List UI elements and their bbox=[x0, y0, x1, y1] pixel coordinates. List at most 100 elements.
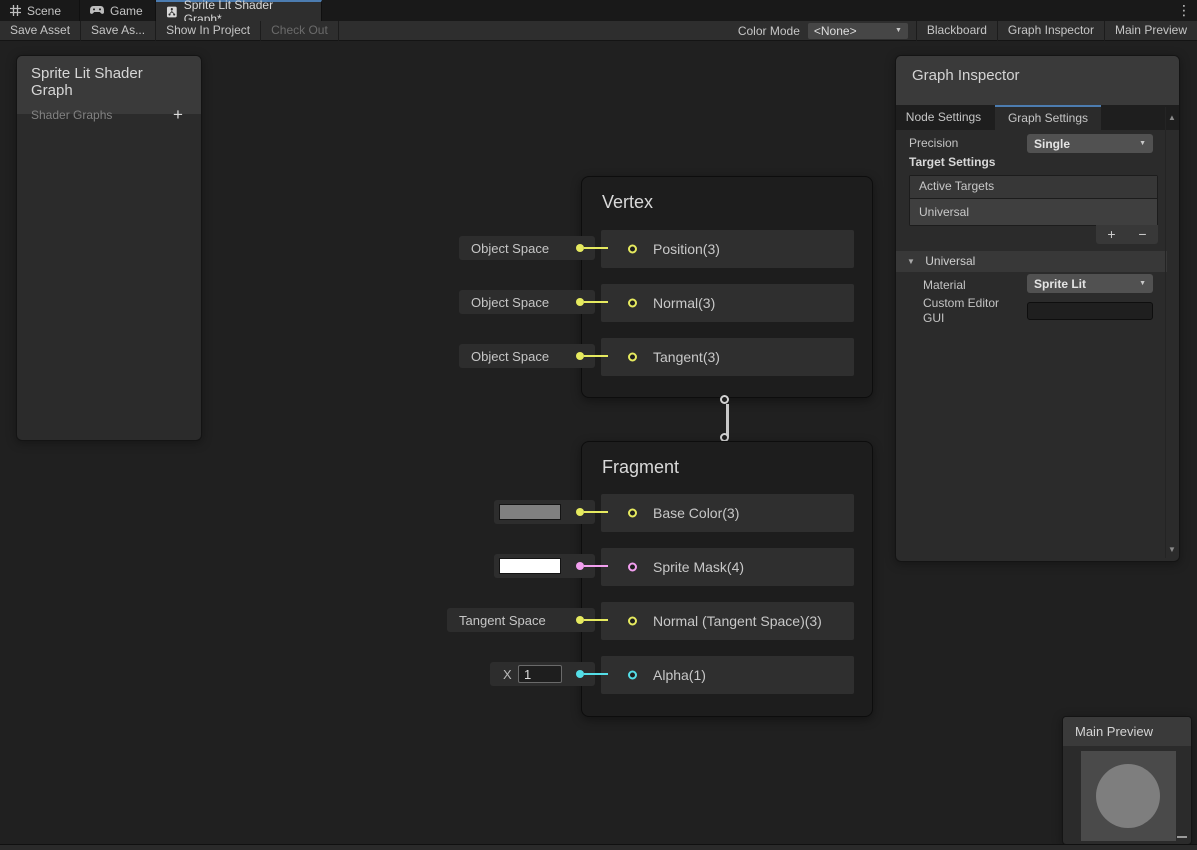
tab-bar: Scene Game Sprite Lit Shader Graph* ⋮ bbox=[0, 0, 1197, 21]
foldout-arrow-icon: ▼ bbox=[907, 252, 915, 272]
main-preview-panel[interactable]: Main Preview bbox=[1062, 716, 1192, 845]
normal-wire bbox=[584, 301, 608, 303]
normal-ts-space-pill[interactable]: Tangent Space bbox=[447, 608, 595, 632]
bottom-status-strip bbox=[0, 844, 1197, 850]
scroll-down-icon[interactable]: ▼ bbox=[1166, 545, 1178, 554]
row-label: Normal (Tangent Space)(3) bbox=[653, 613, 822, 629]
inspector-scrollbar[interactable]: ▲ ▼ bbox=[1165, 107, 1177, 558]
blackboard-title: Sprite Lit Shader Graph bbox=[31, 65, 187, 99]
normal-space-pill[interactable]: Object Space bbox=[459, 290, 595, 314]
precision-value: Single bbox=[1034, 137, 1070, 151]
normal-port[interactable] bbox=[628, 299, 637, 308]
show-in-project-button[interactable]: Show In Project bbox=[156, 21, 261, 41]
target-settings-label: Target Settings bbox=[909, 155, 995, 169]
row-label: Normal(3) bbox=[653, 295, 715, 311]
grid-icon bbox=[10, 5, 21, 16]
check-out-button: Check Out bbox=[261, 21, 339, 41]
base-color-port[interactable] bbox=[628, 509, 637, 518]
base-color-wire bbox=[584, 511, 608, 513]
vertex-row-normal: Normal(3) bbox=[601, 284, 854, 322]
more-menu-icon[interactable]: ⋮ bbox=[1177, 1, 1191, 20]
active-targets-header: Active Targets bbox=[910, 176, 1157, 198]
pill-label: Object Space bbox=[459, 241, 549, 256]
shader-graph-window: Scene Game Sprite Lit Shader Graph* ⋮ Sa… bbox=[0, 0, 1197, 850]
alpha-wire bbox=[584, 673, 608, 675]
fragment-node[interactable]: Fragment Base Color(3) Sprite Mask(4) No… bbox=[581, 441, 873, 717]
vertex-node[interactable]: Vertex Position(3) Normal(3) Tangent(3) bbox=[581, 176, 873, 398]
add-property-button[interactable]: + bbox=[169, 105, 187, 125]
fragment-row-normal-ts: Normal (Tangent Space)(3) bbox=[601, 602, 854, 640]
main-preview-toggle-button[interactable]: Main Preview bbox=[1104, 21, 1197, 41]
resize-grip[interactable] bbox=[1177, 836, 1187, 838]
position-port[interactable] bbox=[628, 245, 637, 254]
connector-dot bbox=[576, 508, 584, 516]
vertex-fragment-edge bbox=[726, 404, 729, 437]
pill-label: Object Space bbox=[459, 349, 549, 364]
shader-graph-icon bbox=[166, 6, 178, 18]
alpha-input-pill: X bbox=[490, 662, 595, 686]
tangent-space-pill[interactable]: Object Space bbox=[459, 344, 595, 368]
position-space-pill[interactable]: Object Space bbox=[459, 236, 595, 260]
save-as-button[interactable]: Save As... bbox=[81, 21, 156, 41]
custom-editor-gui-field[interactable] bbox=[1027, 302, 1153, 320]
sprite-mask-port[interactable] bbox=[628, 563, 637, 572]
graph-inspector-toggle-button[interactable]: Graph Inspector bbox=[997, 21, 1104, 41]
connector-dot bbox=[576, 352, 584, 360]
alpha-port[interactable] bbox=[628, 671, 637, 680]
base-color-swatch[interactable] bbox=[499, 504, 561, 520]
tab-label: Scene bbox=[27, 4, 61, 18]
precision-dropdown[interactable]: Single ▼ bbox=[1027, 134, 1153, 153]
normal-ts-port[interactable] bbox=[628, 617, 637, 626]
color-mode-dropdown[interactable]: <None> ▼ bbox=[808, 23, 908, 39]
add-target-button[interactable]: + bbox=[1096, 225, 1127, 244]
normal-ts-wire bbox=[584, 619, 608, 621]
blackboard-toggle-button[interactable]: Blackboard bbox=[916, 21, 997, 41]
fragment-row-sprite-mask: Sprite Mask(4) bbox=[601, 548, 854, 586]
position-wire bbox=[584, 247, 608, 249]
edge-end-circle[interactable] bbox=[720, 395, 729, 404]
row-label: Tangent(3) bbox=[653, 349, 720, 365]
graph-inspector-panel[interactable]: Graph Inspector Node Settings Graph Sett… bbox=[895, 55, 1180, 562]
tab-graph-settings[interactable]: Graph Settings bbox=[995, 105, 1101, 130]
tab-sprite-lit-shader-graph[interactable]: Sprite Lit Shader Graph* bbox=[156, 0, 322, 21]
custom-editor-gui-label: Custom Editor GUI bbox=[923, 296, 1019, 326]
graph-toolbar: Save Asset Save As... Show In Project Ch… bbox=[0, 21, 1197, 41]
scroll-up-icon[interactable]: ▲ bbox=[1166, 113, 1178, 122]
alpha-value-input[interactable] bbox=[518, 665, 562, 683]
material-dropdown[interactable]: Sprite Lit ▼ bbox=[1027, 274, 1153, 293]
fragment-row-alpha: Alpha(1) bbox=[601, 656, 854, 694]
gamepad-icon bbox=[90, 6, 104, 15]
blackboard-header: Sprite Lit Shader Graph Shader Graphs + bbox=[17, 56, 201, 114]
sprite-mask-swatch[interactable] bbox=[499, 558, 561, 574]
universal-foldout[interactable]: ▼ Universal bbox=[896, 251, 1167, 272]
pill-label: Tangent Space bbox=[447, 613, 546, 628]
sprite-mask-input-pill bbox=[494, 554, 595, 578]
row-label: Sprite Mask(4) bbox=[653, 559, 744, 575]
row-label: Base Color(3) bbox=[653, 505, 739, 521]
blackboard-panel[interactable]: Sprite Lit Shader Graph Shader Graphs + bbox=[16, 55, 202, 441]
row-label: Alpha(1) bbox=[653, 667, 706, 683]
preview-render-area bbox=[1081, 751, 1176, 841]
material-label: Material bbox=[923, 278, 966, 292]
tab-scene[interactable]: Scene bbox=[0, 0, 80, 21]
save-asset-button[interactable]: Save Asset bbox=[0, 21, 81, 41]
targets-add-remove-bar: + − bbox=[1096, 225, 1158, 244]
tab-game[interactable]: Game bbox=[80, 0, 156, 21]
remove-target-button[interactable]: − bbox=[1127, 225, 1158, 244]
blackboard-subtitle: Shader Graphs bbox=[31, 108, 112, 122]
x-component-label: X bbox=[503, 667, 512, 682]
material-value: Sprite Lit bbox=[1034, 277, 1086, 291]
connector-dot bbox=[576, 616, 584, 624]
tangent-wire bbox=[584, 355, 608, 357]
tab-node-settings[interactable]: Node Settings bbox=[897, 105, 990, 130]
active-target-item[interactable]: Universal bbox=[910, 198, 1157, 225]
preview-sphere bbox=[1096, 764, 1160, 828]
inspector-tab-strip: Node Settings Graph Settings bbox=[896, 105, 1180, 130]
vertex-node-title: Vertex bbox=[602, 192, 653, 213]
graph-inspector-title: Graph Inspector bbox=[896, 56, 1179, 105]
vertex-row-position: Position(3) bbox=[601, 230, 854, 268]
tangent-port[interactable] bbox=[628, 353, 637, 362]
vertex-row-tangent: Tangent(3) bbox=[601, 338, 854, 376]
connector-dot bbox=[576, 562, 584, 570]
chevron-down-icon: ▼ bbox=[1139, 280, 1146, 287]
